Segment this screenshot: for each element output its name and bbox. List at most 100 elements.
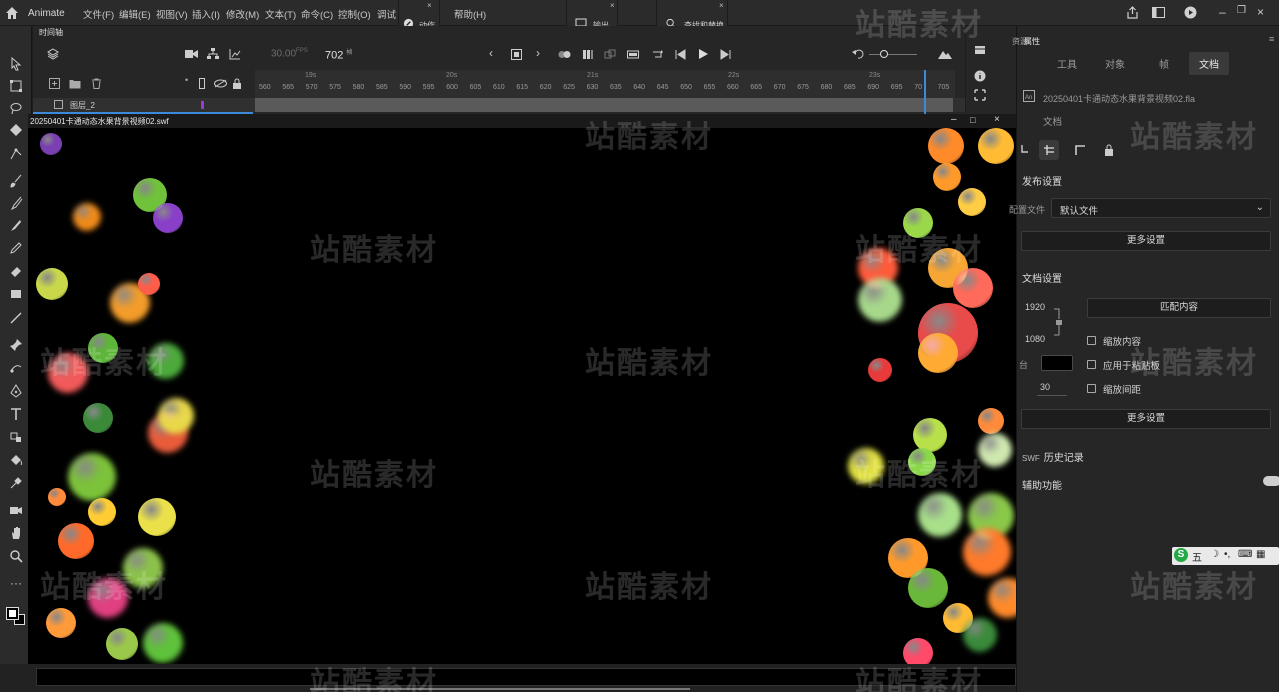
pin-tool[interactable] [8,337,24,353]
menu-modify[interactable]: 修改(M) [226,7,259,21]
rulers-button[interactable] [1070,140,1090,160]
swf-minimize-button[interactable]: – [951,114,957,125]
menu-text[interactable]: 文本(T) [265,7,296,21]
outline-icon[interactable] [199,78,205,89]
lock-guides-button[interactable] [1099,140,1119,160]
tab-document[interactable]: 文档 [1189,52,1229,75]
minimize-button[interactable]: – [1219,5,1226,19]
paint-bucket-tool[interactable] [8,452,24,468]
eraser-tool[interactable] [8,263,24,279]
undo-icon[interactable] [852,49,864,60]
layer-row[interactable]: 图层_2 [33,98,965,112]
swf-history-title[interactable]: SWF 历史记录 [1022,449,1084,464]
brush-tool[interactable] [8,173,24,189]
properties-tab[interactable]: 属性 [1024,36,1040,47]
stage-color-swatch[interactable] [1041,355,1073,371]
home-icon[interactable] [5,6,19,20]
subselection-tool[interactable] [8,146,24,162]
align-icon[interactable] [974,89,986,101]
swf-close-button[interactable]: × [994,114,1000,125]
next-keyframe-button[interactable]: › [536,46,540,60]
scale-spacing-checkbox[interactable] [1087,384,1096,393]
onion-outline-icon[interactable] [582,49,594,60]
tab-object[interactable]: 对象 [1105,56,1125,71]
menu-file[interactable]: 文件(F) [83,7,114,21]
fluid-brush-tool[interactable] [8,217,24,233]
document-more-settings-button[interactable]: 更多设置 [1021,409,1271,429]
trash-icon[interactable] [91,78,102,89]
menu-help[interactable]: 帮助(H) [454,7,486,21]
prev-keyframe-button[interactable]: ‹ [489,46,493,60]
fill-stroke-swatch[interactable] [6,604,26,626]
folder-icon[interactable] [69,78,81,89]
graph-icon[interactable] [229,48,241,60]
zoom-slider[interactable] [869,54,917,55]
hand-tool[interactable] [8,525,24,541]
tab-frame[interactable]: 帧 [1159,56,1169,71]
keyboard-icon[interactable]: ⌨ [1238,549,1252,560]
menu-control[interactable]: 控制(O) [338,7,371,21]
stage-width-value[interactable]: 1920 [1025,302,1045,312]
play-icon[interactable] [697,48,709,60]
more-tools-button[interactable]: ··· [8,575,24,591]
stage-height-value[interactable]: 1080 [1025,334,1045,344]
share-icon[interactable] [1126,6,1139,19]
menu-edit[interactable]: 编辑(E) [119,7,151,21]
test-movie-icon[interactable] [1184,6,1197,19]
moon-icon[interactable]: ☽ [1210,549,1219,560]
asset-warp-tool[interactable] [8,429,24,445]
camera-icon[interactable] [185,49,198,59]
ime-toolbar[interactable]: S 五 ☽ •, ⌨ ▦ [1172,547,1279,565]
punctuation-icon[interactable]: •, [1224,549,1230,560]
text-tool[interactable] [8,406,24,422]
close-icon[interactable]: × [610,1,615,10]
playhead[interactable] [924,70,926,114]
step-back-icon[interactable] [675,49,687,60]
paint-brush-tool[interactable] [8,195,24,211]
eyedropper-tool[interactable] [8,475,24,491]
close-window-button[interactable]: × [1257,5,1264,19]
stroke-color-swatch[interactable] [6,607,19,620]
info-icon[interactable] [974,70,986,82]
swf-maximize-button[interactable]: □ [970,115,975,125]
hide-eye-icon[interactable] [214,79,227,88]
lasso-tool[interactable] [8,100,24,116]
current-frame-value[interactable]: 702 帧 [325,47,352,62]
layers-icon[interactable] [47,48,59,60]
publish-profile-select[interactable]: 默认文件 ⌄ [1051,198,1271,218]
free-transform-tool[interactable] [8,78,24,94]
step-forward-icon[interactable] [719,49,731,60]
library-icon[interactable] [974,44,986,56]
bone-tool[interactable] [8,360,24,376]
edit-multiple-frames-icon[interactable] [604,49,616,60]
onion-skin-icon[interactable] [558,49,572,60]
3d-rotation-tool[interactable] [8,122,24,138]
zoom-slider-handle[interactable] [880,50,888,58]
zoom-tool[interactable] [8,548,24,564]
close-icon[interactable]: × [719,1,724,10]
grid-icon[interactable]: ▦ [1256,549,1265,560]
frame-span-icon[interactable] [627,49,639,60]
panel-layout-icon[interactable] [1152,7,1165,18]
guides-button[interactable] [1039,140,1059,160]
rectangle-tool[interactable] [8,286,24,302]
panel-menu-icon[interactable]: ≡ [1269,34,1274,44]
sogou-icon[interactable]: S [1174,548,1188,562]
accessibility-title[interactable]: 辅助功能 [1022,477,1062,492]
parent-view-icon[interactable] [207,48,219,60]
timeline-ruler[interactable]: 560 565 570 575 580 585 590 595 600 605 610 615 620 6… [255,70,955,98]
timeline-tab[interactable]: 时间轴 [39,27,63,38]
selection-tool[interactable] [8,56,24,72]
maximize-button[interactable]: ❐ [1237,5,1246,16]
menu-view[interactable]: 视图(V) [156,7,188,21]
camera-tool[interactable] [8,502,24,518]
close-icon[interactable]: × [427,1,432,10]
lock-icon[interactable] [232,78,242,89]
menu-insert[interactable]: 插入(I) [192,7,220,21]
line-tool[interactable] [8,310,24,326]
fps-value[interactable]: 30.00FPS [271,48,308,59]
link-dimensions-icon[interactable] [1053,307,1063,337]
mountains-icon[interactable] [938,49,952,59]
add-layer-icon[interactable] [49,78,60,89]
pencil-tool[interactable] [8,240,24,256]
